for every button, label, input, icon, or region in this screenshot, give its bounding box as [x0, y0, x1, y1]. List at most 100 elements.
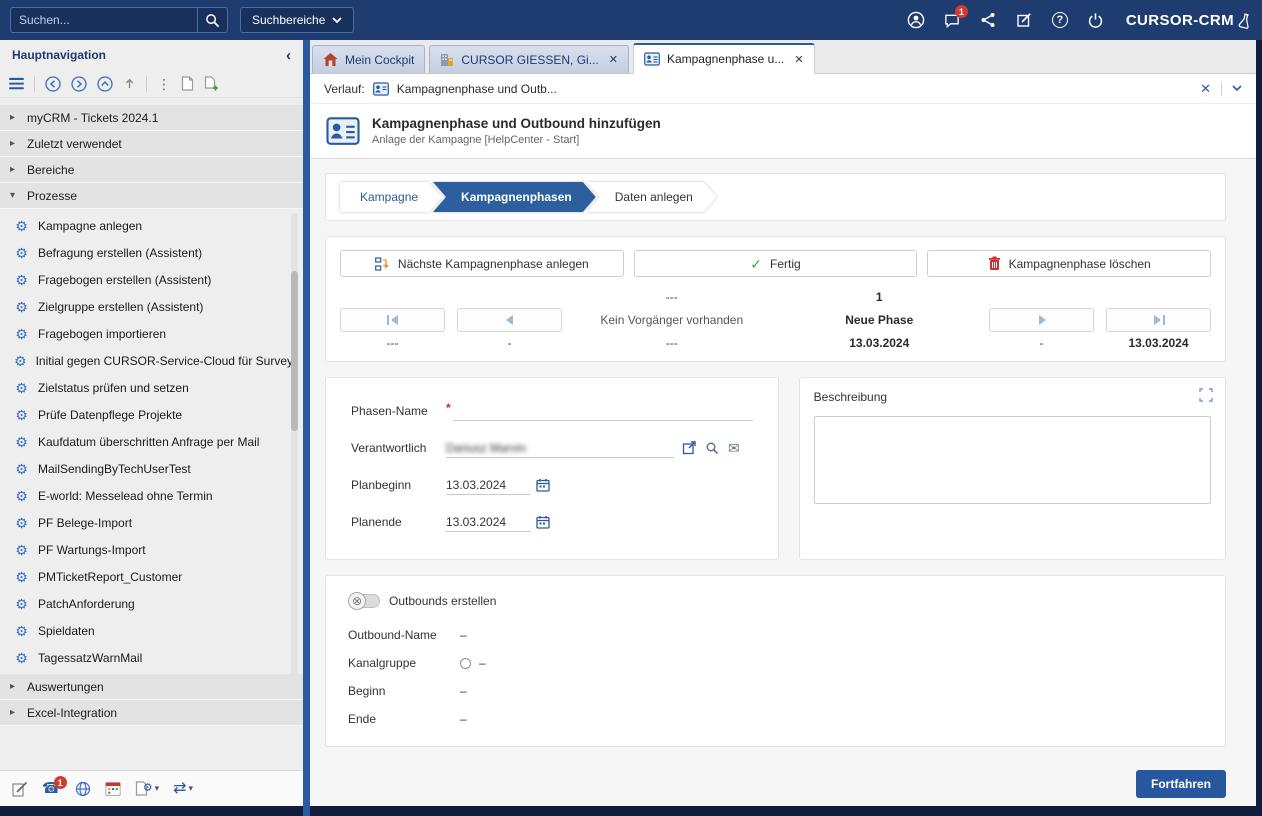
- notifications-icon[interactable]: 1: [942, 10, 962, 30]
- open-record-icon[interactable]: [682, 441, 696, 455]
- process-label: MailSendingByTechUserTest: [38, 462, 191, 476]
- next-phase-button[interactable]: Nächste Kampagnenphase anlegen: [340, 250, 624, 277]
- tab-mein-cockpit[interactable]: Mein Cockpit: [312, 45, 425, 73]
- globe-icon[interactable]: [75, 781, 91, 797]
- field-value: –: [460, 712, 467, 726]
- help-icon[interactable]: ?: [1050, 10, 1070, 30]
- expand-icon[interactable]: [1199, 388, 1213, 405]
- process-item[interactable]: ⚙Zielgruppe erstellen (Assistent): [0, 293, 303, 320]
- calendar-picker-icon[interactable]: [536, 515, 550, 529]
- sidebar-section-zuletzt[interactable]: ▸ Zuletzt verwendet: [0, 131, 303, 157]
- tab-kampagnenphase[interactable]: Kampagnenphase u... ✕: [633, 43, 815, 74]
- process-item[interactable]: ⚙Initial gegen CURSOR-Service-Cloud für …: [0, 347, 303, 374]
- calendar-icon[interactable]: [105, 781, 121, 796]
- process-item[interactable]: ⚙PatchAnforderung: [0, 590, 303, 617]
- process-item[interactable]: ⚙Zielstatus prüfen und setzen: [0, 374, 303, 401]
- process-item[interactable]: ⚙E-world: Messelead ohne Termin: [0, 482, 303, 509]
- phase-toolbar-panel: Nächste Kampagnenphase anlegen ✓ Fertig …: [325, 236, 1226, 362]
- flow-icon: [375, 257, 390, 271]
- process-item[interactable]: ⚙TagessatzWarnMail: [0, 644, 303, 671]
- prev-caption: -: [457, 336, 562, 350]
- process-label: TagessatzWarnMail: [38, 651, 142, 665]
- wizard-step-kampagnenphasen[interactable]: Kampagnenphasen: [433, 182, 596, 212]
- close-history-icon[interactable]: ✕: [1200, 81, 1211, 97]
- process-item[interactable]: ⚙Spieldaten: [0, 617, 303, 644]
- current-phase-number: 1: [782, 290, 978, 304]
- sidebar-scrollbar[interactable]: [291, 213, 298, 693]
- phasen-name-input[interactable]: [453, 401, 753, 421]
- process-item[interactable]: ⚙PF Belege-Import: [0, 509, 303, 536]
- share-icon[interactable]: [978, 10, 998, 30]
- tab-cursor-giessen[interactable]: CURSOR GIESSEN, Gi... ✕: [429, 45, 629, 73]
- sidebar-section-mycrm[interactable]: ▸ myCRM - Tickets 2024.1: [0, 105, 303, 131]
- scrollbar-thumb[interactable]: [291, 271, 298, 431]
- sync-icon[interactable]: ⇄ ▾: [173, 781, 193, 797]
- tab-label: Kampagnenphase u...: [667, 52, 784, 66]
- process-item[interactable]: ⚙Fragebogen erstellen (Assistent): [0, 266, 303, 293]
- search-icon[interactable]: [197, 8, 227, 32]
- process-item[interactable]: ⚙PF Wartungs-Import: [0, 536, 303, 563]
- next-phase-nav-button[interactable]: [989, 308, 1094, 332]
- global-search[interactable]: [10, 7, 228, 33]
- user-icon[interactable]: [906, 10, 926, 30]
- mail-icon[interactable]: ✉: [728, 441, 740, 455]
- tab-close-icon[interactable]: ✕: [794, 53, 803, 66]
- document-settings-icon[interactable]: ⚙ ▾: [135, 781, 159, 796]
- collapse-sidebar-icon[interactable]: ‹: [286, 48, 291, 63]
- search-areas-button[interactable]: Suchbereiche: [240, 7, 354, 33]
- nav-back-icon[interactable]: [45, 76, 61, 92]
- field-ende: Ende –: [348, 712, 1203, 726]
- logout-icon[interactable]: [1086, 10, 1106, 30]
- process-label: PF Belege-Import: [38, 516, 132, 530]
- planende-value[interactable]: 13.03.2024: [446, 512, 530, 532]
- process-item[interactable]: ⚙MailSendingByTechUserTest: [0, 455, 303, 482]
- process-item[interactable]: ⚙Befragung erstellen (Assistent): [0, 239, 303, 266]
- field-phasen-name: Phasen-Name *: [351, 400, 753, 422]
- delete-phase-button[interactable]: Kampagnenphase löschen: [927, 250, 1211, 277]
- process-item[interactable]: ⚙Kaufdatum überschritten Anfrage per Mai…: [0, 428, 303, 455]
- field-planbeginn: Planbeginn 13.03.2024: [351, 474, 753, 496]
- outbounds-toggle[interactable]: ⊗: [350, 594, 380, 608]
- previous-phase-button[interactable]: [457, 308, 562, 332]
- history-item[interactable]: Kampagnenphase und Outb...: [397, 82, 557, 96]
- arrow-up-icon[interactable]: [123, 77, 136, 90]
- required-marker: *: [446, 401, 451, 415]
- sidebar-section-excel[interactable]: ▸ Excel-Integration: [0, 700, 303, 726]
- description-textarea[interactable]: [814, 416, 1211, 504]
- wizard-step-kampagne[interactable]: Kampagne: [340, 182, 442, 212]
- verantwortlich-value[interactable]: Dariusz Marvin: [446, 441, 526, 455]
- chevron-down-icon[interactable]: [1232, 85, 1242, 92]
- calendar-picker-icon[interactable]: [536, 478, 550, 492]
- planbeginn-value[interactable]: 13.03.2024: [446, 475, 530, 495]
- phone-icon[interactable]: ☎ 1: [42, 781, 61, 796]
- process-item[interactable]: ⚙Prüfe Datenpflege Projekte: [0, 401, 303, 428]
- last-phase-button[interactable]: [1106, 308, 1211, 332]
- search-input[interactable]: [11, 8, 197, 32]
- radio-icon[interactable]: [460, 658, 471, 669]
- sidebar-section-bereiche[interactable]: ▸ Bereiche: [0, 157, 303, 183]
- nav-forward-icon[interactable]: [71, 76, 87, 92]
- first-phase-button[interactable]: [340, 308, 445, 332]
- wizard-step-daten-anlegen[interactable]: Daten anlegen: [587, 182, 717, 212]
- compose-icon[interactable]: [1014, 10, 1034, 30]
- finish-button[interactable]: ✓ Fertig: [634, 250, 918, 277]
- process-item[interactable]: ⚙Kampagne anlegen: [0, 212, 303, 239]
- toolbar-separator: [34, 76, 35, 92]
- document-add-icon[interactable]: [204, 76, 219, 91]
- sidebar-section-auswertungen[interactable]: ▸ Auswertungen: [0, 674, 303, 700]
- document-icon[interactable]: [181, 76, 194, 91]
- edit-icon[interactable]: [12, 781, 28, 797]
- menu-icon[interactable]: [9, 77, 24, 90]
- process-label: E-world: Messelead ohne Termin: [38, 489, 213, 503]
- lookup-search-icon[interactable]: [705, 441, 719, 455]
- dots-icon[interactable]: ⋮: [157, 77, 171, 91]
- continue-button[interactable]: Fortfahren: [1136, 770, 1226, 798]
- separator: [1221, 82, 1222, 96]
- sidebar-section-prozesse[interactable]: ▾ Prozesse: [0, 183, 303, 209]
- process-item[interactable]: ⚙Fragebogen importieren: [0, 320, 303, 347]
- field-label: Planende: [351, 515, 446, 529]
- tab-close-icon[interactable]: ✕: [609, 53, 618, 66]
- process-item[interactable]: ⚙PMTicketReport_Customer: [0, 563, 303, 590]
- caret-down-icon: ▾: [189, 784, 194, 793]
- nav-up-circle-icon[interactable]: [97, 76, 113, 92]
